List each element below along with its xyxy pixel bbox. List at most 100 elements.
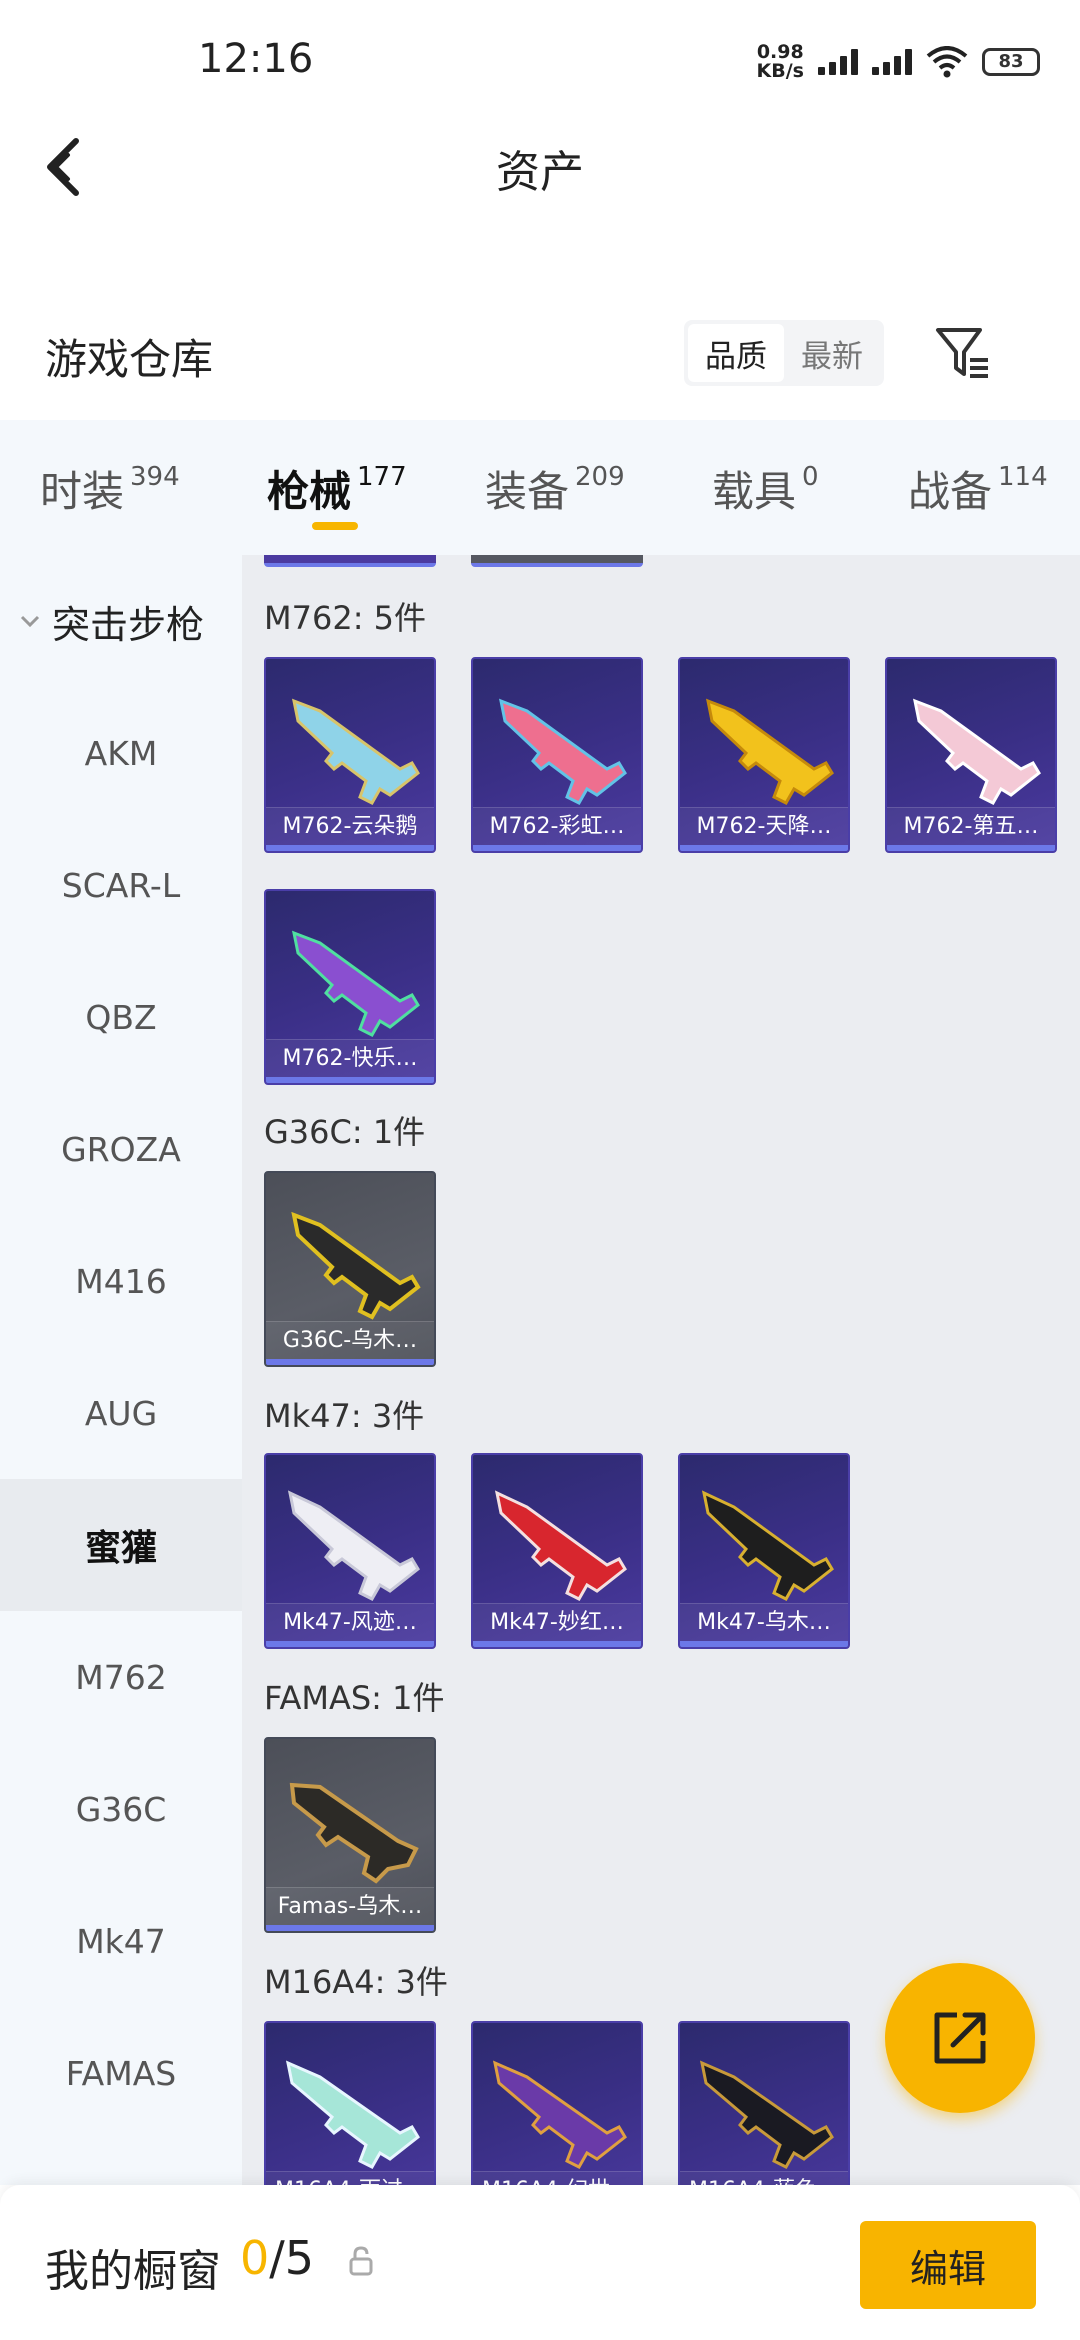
weapon-card[interactable]: Mk47-乌木… bbox=[678, 1453, 850, 1649]
sidebar-item-m762[interactable]: M762 bbox=[0, 1611, 242, 1743]
quality-bar bbox=[680, 1641, 848, 1647]
quality-bar bbox=[887, 845, 1055, 851]
showcase-count: 0/5 bbox=[240, 2231, 314, 2285]
rifle-icon bbox=[705, 698, 834, 805]
sidebar-item-qbz[interactable]: QBZ bbox=[0, 951, 242, 1083]
sidebar-item-honey-badger[interactable]: 蜜獾 bbox=[0, 1479, 242, 1611]
weapon-name: Mk47-风迹… bbox=[266, 1603, 434, 1641]
rifle-icon bbox=[285, 2060, 420, 2169]
weapon-name: M762-云朵鹅 bbox=[266, 807, 434, 845]
page-title: 资产 bbox=[496, 147, 584, 198]
showcase-current: 0 bbox=[240, 2231, 270, 2285]
weapon-name: G36C-乌木… bbox=[266, 1321, 434, 1359]
wifi-icon bbox=[926, 46, 968, 78]
group-label-m762: M762: 5件 bbox=[264, 599, 427, 637]
quality-bar bbox=[473, 1641, 641, 1647]
rifle-icon bbox=[494, 1490, 627, 1601]
rifle-icon bbox=[701, 1490, 834, 1601]
weapon-name: M762-第五… bbox=[887, 807, 1055, 845]
chevron-down-icon bbox=[20, 615, 40, 628]
weapon-card[interactable]: M762-第五… bbox=[885, 657, 1057, 853]
tab-firearms[interactable]: 枪械 177 bbox=[267, 458, 407, 519]
weapon-card[interactable]: M16A4-蓝色… bbox=[678, 2021, 850, 2185]
tab-vehicles[interactable]: 载具 0 bbox=[712, 458, 819, 519]
showcase-total: /5 bbox=[269, 2231, 315, 2285]
tab-label: 装备 bbox=[485, 467, 570, 516]
quality-bar bbox=[266, 1077, 434, 1083]
weapon-card[interactable]: Mk47-妙红… bbox=[471, 1453, 643, 1649]
warehouse-title: 游戏仓库 bbox=[45, 335, 214, 384]
edit-button[interactable]: 编辑 bbox=[860, 2221, 1036, 2309]
weapon-name: M762-快乐… bbox=[266, 1039, 434, 1077]
rifle-icon bbox=[289, 1782, 419, 1884]
partial-card[interactable] bbox=[471, 555, 643, 567]
status-bar: 12:16 0.98 KB/s 83 bbox=[0, 0, 1080, 125]
weapon-card[interactable]: M762-天降… bbox=[678, 657, 850, 853]
sidebar-item-g36c[interactable]: G36C bbox=[0, 1743, 242, 1875]
weapon-name: M16A4-蓝色… bbox=[680, 2171, 848, 2185]
weapon-name: Mk47-乌木… bbox=[680, 1603, 848, 1641]
quality-bar bbox=[680, 845, 848, 851]
tab-label: 载具 bbox=[712, 467, 797, 516]
weapon-grid: M762: 5件 M762-云朵鹅 M762-彩虹… M762-天降… M762… bbox=[242, 555, 1080, 2185]
tab-equipment[interactable]: 装备 209 bbox=[485, 458, 625, 519]
sidebar-item-akm[interactable]: AKM bbox=[0, 687, 242, 819]
filter-icon[interactable] bbox=[932, 322, 994, 384]
weapon-card[interactable]: M16A4-雨过… bbox=[264, 2021, 436, 2185]
rifle-icon bbox=[291, 930, 420, 1037]
group-label-famas: FAMAS: 1件 bbox=[264, 1679, 445, 1717]
tab-fashion[interactable]: 时装 394 bbox=[40, 458, 180, 519]
group-label-m16a4: M16A4: 3件 bbox=[264, 1963, 448, 2001]
share-icon bbox=[934, 2012, 986, 2064]
rifle-icon bbox=[287, 1490, 420, 1601]
weapon-card[interactable]: Mk47-风迹… bbox=[264, 1453, 436, 1649]
rifle-icon bbox=[699, 2060, 834, 2169]
sidebar-item-famas[interactable]: FAMAS bbox=[0, 2007, 242, 2139]
quality-bar bbox=[266, 1641, 434, 1647]
rifle-icon bbox=[291, 1211, 421, 1320]
weapon-card[interactable]: G36C-乌木… bbox=[264, 1171, 436, 1367]
status-icons: 0.98 KB/s 83 bbox=[757, 40, 1040, 84]
showcase-bar: 我的橱窗 0/5 编辑 bbox=[0, 2185, 1080, 2340]
rifle-icon bbox=[492, 2060, 627, 2169]
rifle-icon bbox=[498, 698, 627, 805]
sidebar-item-scar-l[interactable]: SCAR-L bbox=[0, 819, 242, 951]
status-time: 12:16 bbox=[198, 36, 314, 82]
weapon-card[interactable]: M762-云朵鹅 bbox=[264, 657, 436, 853]
weapon-name: M16A4-幻世… bbox=[473, 2171, 641, 2185]
sidebar-category[interactable]: 突击步枪 bbox=[0, 555, 242, 687]
partial-card[interactable] bbox=[264, 555, 436, 567]
network-speed-unit: KB/s bbox=[756, 60, 804, 82]
weapon-card[interactable]: M762-彩虹… bbox=[471, 657, 643, 853]
weapon-name: Mk47-妙红… bbox=[473, 1603, 641, 1641]
quality-bar bbox=[266, 845, 434, 851]
weapon-card[interactable]: M762-快乐… bbox=[264, 889, 436, 1085]
sidebar-category-label: 突击步枪 bbox=[52, 602, 205, 647]
sort-quality-button[interactable]: 品质 bbox=[688, 324, 784, 382]
weapon-name: Famas-乌木… bbox=[266, 1887, 434, 1925]
quality-bar bbox=[266, 1359, 434, 1365]
sidebar-item-mk47[interactable]: Mk47 bbox=[0, 1875, 242, 2007]
tab-count: 177 bbox=[357, 462, 407, 492]
category-tabs: 时装 394 枪械 177 装备 209 载具 0 战备 114 bbox=[0, 420, 1080, 555]
quality-bar bbox=[266, 1925, 434, 1931]
sidebar-item-groza[interactable]: GROZA bbox=[0, 1083, 242, 1215]
tab-count: 0 bbox=[802, 462, 819, 492]
sidebar-item-m416[interactable]: M416 bbox=[0, 1215, 242, 1347]
share-button[interactable] bbox=[885, 1963, 1035, 2113]
weapon-sidebar: 突击步枪 AKM SCAR-L QBZ GROZA M416 AUG 蜜獾 M7… bbox=[0, 555, 242, 2185]
weapon-card[interactable]: Famas-乌木… bbox=[264, 1737, 436, 1933]
group-label-g36c: G36C: 1件 bbox=[264, 1113, 426, 1151]
active-tab-indicator bbox=[312, 522, 358, 530]
tab-label: 时装 bbox=[40, 467, 125, 516]
tab-label: 枪械 bbox=[267, 467, 352, 516]
sort-toggle: 品质 最新 bbox=[684, 320, 884, 386]
sidebar-item-aug[interactable]: AUG bbox=[0, 1347, 242, 1479]
tab-gear[interactable]: 战备 114 bbox=[908, 458, 1048, 519]
weapon-name: M16A4-雨过… bbox=[266, 2171, 434, 2185]
signal-icon bbox=[818, 49, 858, 75]
signal-icon-2 bbox=[872, 49, 912, 75]
weapon-card[interactable]: M16A4-幻世… bbox=[471, 2021, 643, 2185]
group-label-mk47: Mk47: 3件 bbox=[264, 1397, 425, 1435]
sort-newest-button[interactable]: 最新 bbox=[784, 324, 880, 382]
